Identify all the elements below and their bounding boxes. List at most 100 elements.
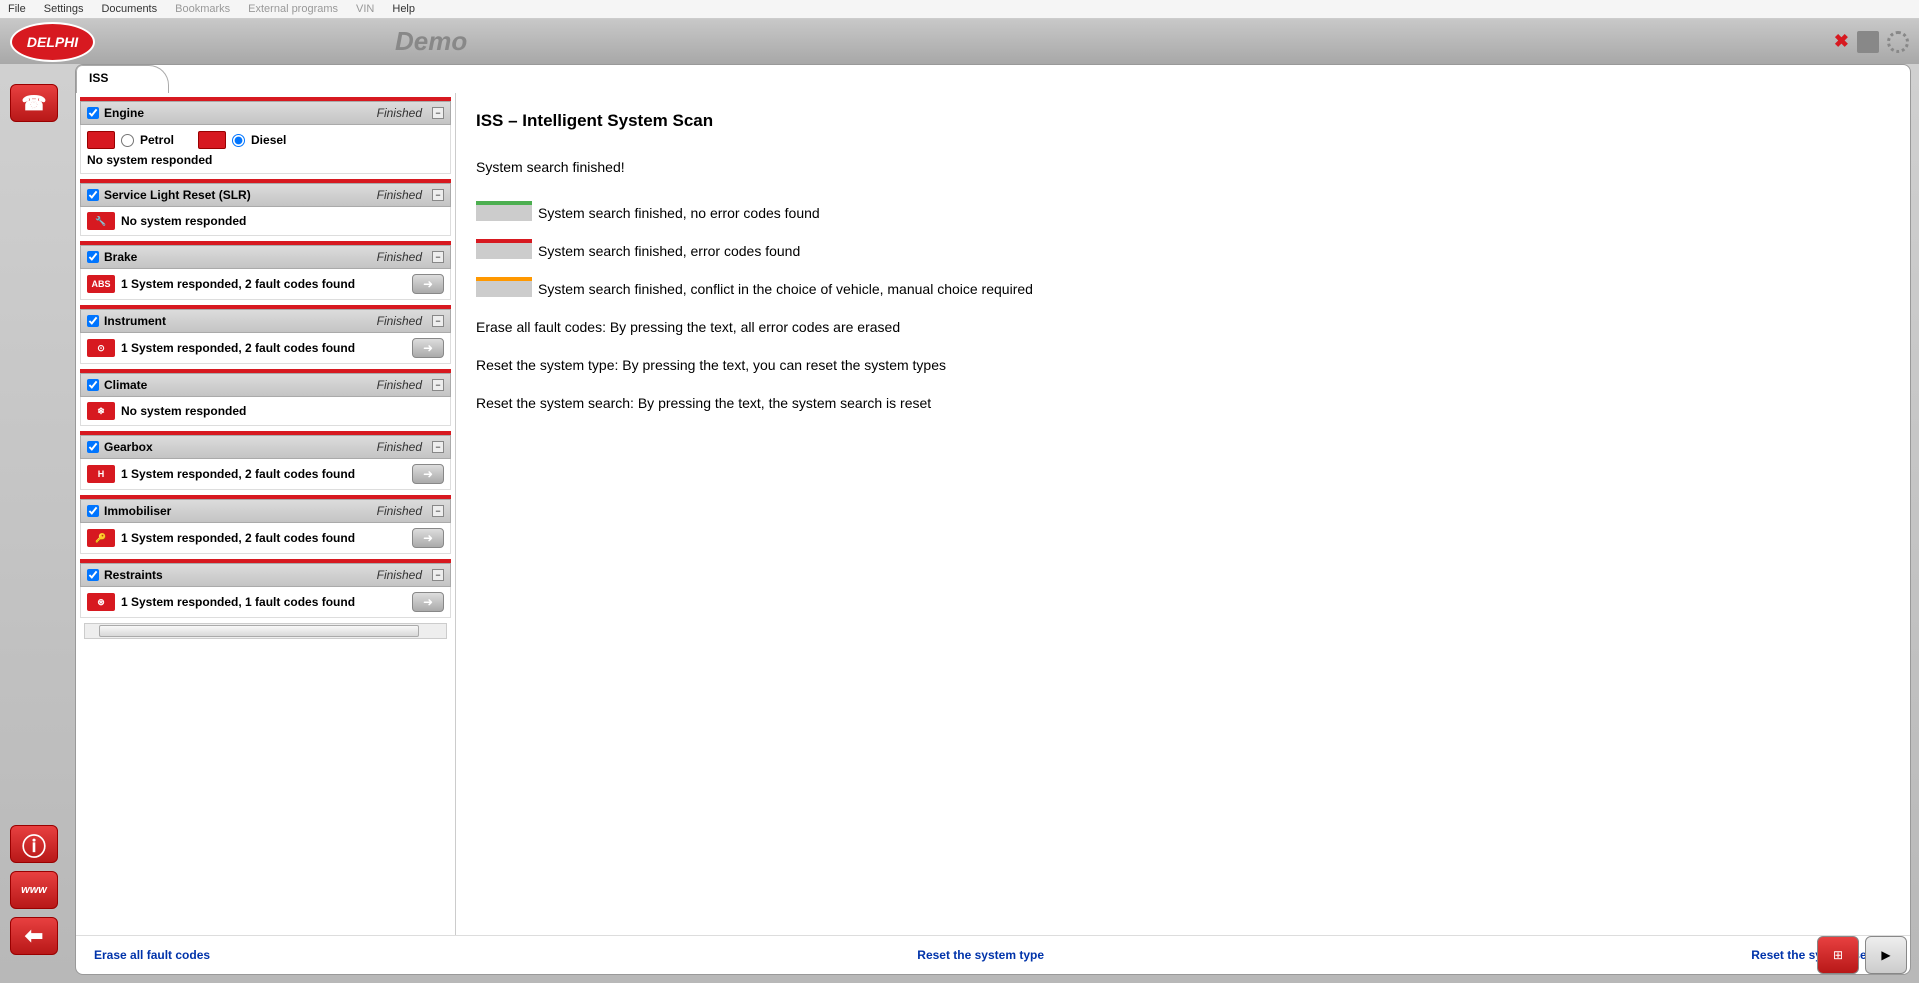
system-checkbox[interactable] [87,379,99,391]
play-button[interactable]: ▶ [1865,936,1907,974]
system-checkbox[interactable] [87,251,99,263]
system-msg: 1 System responded, 1 fault codes found [121,595,406,609]
system-msg: 1 System responded, 2 fault codes found [121,277,406,291]
system-msg: 1 System responded, 2 fault codes found [121,531,406,545]
petrol-radio[interactable] [121,134,134,147]
collapse-icon[interactable]: − [432,379,444,391]
instr-reset-search: Reset the system search: By pressing the… [476,395,1890,411]
erase-all-link[interactable]: Erase all fault codes [94,948,210,962]
instr-erase: Erase all fault codes: By pressing the t… [476,319,1890,335]
instr-reset-type: Reset the system type: By pressing the t… [476,357,1890,373]
legend-red-text: System search finished, error codes foun… [538,243,800,259]
system-header[interactable]: Engine Finished− [80,101,451,125]
system-status: Finished [377,106,422,120]
collapse-icon[interactable]: − [432,441,444,453]
system-checkbox[interactable] [87,107,99,119]
footer-actions: Erase all fault codes Reset the system t… [76,935,1910,974]
system-body: 🔑 1 System responded, 2 fault codes found [80,523,451,554]
system-header[interactable]: RestraintsFinished− [80,563,451,587]
system-checkbox[interactable] [87,315,99,327]
system-icon: ⊛ [87,593,115,611]
collapse-icon[interactable]: − [432,189,444,201]
back-button[interactable] [10,917,58,955]
system-body: H1 System responded, 2 fault codes found [80,459,451,490]
menu-file[interactable]: File [8,3,26,15]
menu-bookmarks[interactable]: Bookmarks [175,3,230,15]
menu-help[interactable]: Help [392,3,415,15]
system-icon: H [87,465,115,483]
system-header[interactable]: Climate Finished− [80,373,451,397]
demo-label: Demo [395,26,467,57]
bottom-bar: ⊞ ▶ [1817,936,1907,974]
system-msg: No system responded [121,214,444,228]
system-title: Brake [104,250,137,264]
arrow-button[interactable] [412,338,444,358]
menu-external[interactable]: External programs [248,3,338,15]
system-msg: No system responded [121,404,444,418]
collapse-icon[interactable]: − [432,315,444,327]
horizontal-scrollbar[interactable] [84,623,447,639]
system-status: Finished [377,188,422,202]
collapse-icon[interactable]: − [432,107,444,119]
legend-green: System search finished, no error codes f… [476,205,1890,221]
flowchart-button[interactable]: ⊞ [1817,936,1859,974]
diesel-icon [198,131,226,149]
info-finished: System search finished! [476,159,1890,175]
system-body: ⊛ 1 System responded, 1 fault codes found [80,587,451,618]
legend-red: System search finished, error codes foun… [476,243,1890,259]
system-header[interactable]: Brake Finished− [80,245,451,269]
system-header[interactable]: ImmobiliserFinished− [80,499,451,523]
collapse-icon[interactable]: − [432,505,444,517]
info-panel: ISS – Intelligent System Scan System sea… [456,93,1910,935]
legend-bar-red-icon [476,243,532,259]
system-block: Service Light Reset (SLR)Finished−🔧No sy… [80,179,451,236]
arrow-button[interactable] [412,528,444,548]
system-checkbox[interactable] [87,505,99,517]
system-status: Finished [377,440,422,454]
system-checkbox[interactable] [87,441,99,453]
system-block: GearboxFinished−H1 System responded, 2 f… [80,431,451,490]
spinner-icon [1887,31,1909,53]
system-title: Climate [104,378,147,392]
scrollbar-thumb[interactable] [99,625,419,637]
system-title: Engine [104,106,144,120]
collapse-icon[interactable]: − [432,251,444,263]
menubar: File Settings Documents Bookmarks Extern… [0,0,1919,19]
menu-documents[interactable]: Documents [101,3,157,15]
arrow-button[interactable] [412,592,444,612]
logo: DELPHI [10,22,95,62]
tab-iss[interactable]: ISS [76,65,169,93]
info-button[interactable] [10,825,58,863]
calendar-icon[interactable] [1857,31,1879,53]
left-rail [0,64,75,983]
engine-body: PetrolDieselNo system responded [80,125,451,174]
system-checkbox[interactable] [87,569,99,581]
phone-button[interactable] [10,84,58,122]
system-status: Finished [377,378,422,392]
menu-vin[interactable]: VIN [356,3,374,15]
arrow-button[interactable] [412,464,444,484]
system-block: Brake Finished− ABS1 System responded, 2 f… [80,241,451,300]
reset-type-link[interactable]: Reset the system type [917,948,1044,962]
system-icon: ❄ [87,402,115,420]
close-icon[interactable]: ✖ [1834,31,1849,52]
collapse-icon[interactable]: − [432,569,444,581]
system-title: Instrument [104,314,166,328]
menu-settings[interactable]: Settings [44,3,84,15]
system-header[interactable]: GearboxFinished− [80,435,451,459]
diesel-radio[interactable] [232,134,245,147]
system-icon: 🔑 [87,529,115,547]
system-list[interactable]: EngineFinished−PetrolDieselNo system res… [76,93,456,935]
system-body: 🔧No system responded [80,207,451,236]
system-checkbox[interactable] [87,189,99,201]
system-body: ❄ No system responded [80,397,451,426]
www-button[interactable] [10,871,58,909]
titlebar: DELPHI Demo ✖ [0,19,1919,64]
system-status: Finished [377,250,422,264]
system-header[interactable]: InstrumentFinished− [80,309,451,333]
system-body: ABS1 System responded, 2 fault codes fou… [80,269,451,300]
system-status: Finished [377,504,422,518]
legend-orange: System search finished, conflict in the … [476,281,1890,297]
system-header[interactable]: Service Light Reset (SLR)Finished− [80,183,451,207]
arrow-button[interactable] [412,274,444,294]
